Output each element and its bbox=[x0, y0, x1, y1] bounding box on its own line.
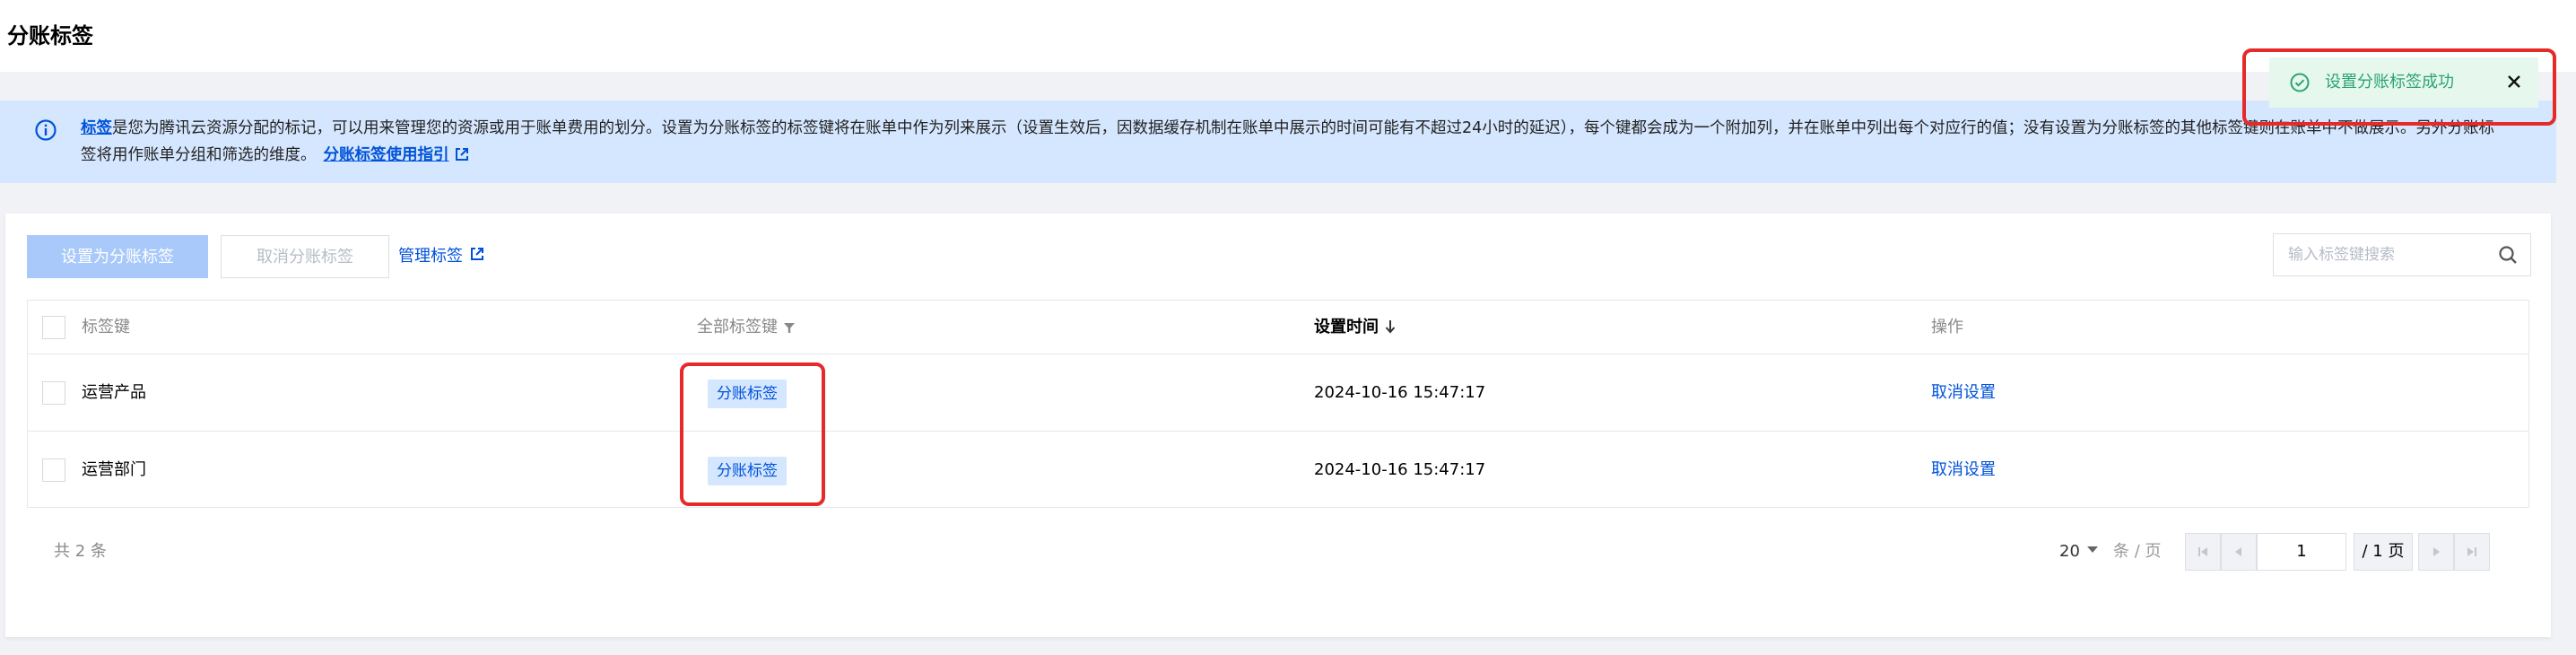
header-set-time[interactable]: 设置时间 bbox=[1314, 317, 1397, 338]
next-page-icon bbox=[2433, 547, 2440, 556]
total-pages: / 1 页 bbox=[2354, 533, 2413, 571]
set-split-tag-button[interactable]: 设置为分账标签 bbox=[27, 235, 208, 278]
first-page-button[interactable] bbox=[2185, 533, 2221, 571]
cancel-setting-link[interactable]: 取消设置 bbox=[1931, 382, 1996, 404]
next-page-button[interactable] bbox=[2418, 533, 2454, 571]
total-count: 共 2 条 bbox=[54, 542, 107, 561]
prev-page-button[interactable] bbox=[2221, 533, 2257, 571]
select-all-checkbox[interactable] bbox=[42, 316, 65, 339]
table-row: 运营部门 分账标签 2024-10-16 15:47:17 取消设置 bbox=[28, 432, 2528, 509]
tag-link[interactable]: 标签 bbox=[81, 119, 112, 137]
header-all-tags[interactable]: 全部标签键 bbox=[697, 317, 796, 338]
tag-column-highlight-box bbox=[680, 362, 825, 506]
guide-link[interactable]: 分账标签使用指引 bbox=[324, 146, 449, 164]
table-row: 运营产品 分账标签 2024-10-16 15:47:17 取消设置 bbox=[28, 354, 2528, 432]
manage-tags-link[interactable]: 管理标签 bbox=[398, 235, 484, 278]
header-tag-key: 标签键 bbox=[82, 318, 130, 336]
search-box bbox=[2273, 233, 2531, 276]
set-time-cell: 2024-10-16 15:47:17 bbox=[1314, 383, 1486, 402]
first-page-icon bbox=[2198, 547, 2207, 556]
prev-page-icon bbox=[2235, 547, 2241, 556]
info-text: 标签是您为腾讯云资源分配的标记，可以用来管理您的资源或用于账单费用的划分。设置为… bbox=[81, 115, 2502, 169]
header-operations: 操作 bbox=[1931, 318, 1963, 336]
info-notice: 标签是您为腾讯云资源分配的标记，可以用来管理您的资源或用于账单费用的划分。设置为… bbox=[0, 100, 2556, 183]
search-icon[interactable] bbox=[2498, 245, 2518, 265]
row-checkbox[interactable] bbox=[42, 458, 65, 482]
tag-table: 标签键 全部标签键 设置时间 操作 运营产品 分账标签 2024-10-16 1… bbox=[27, 300, 2529, 508]
last-page-button[interactable] bbox=[2454, 533, 2490, 571]
external-link-icon bbox=[471, 248, 483, 260]
top-bar: 分账标签 bbox=[0, 0, 2576, 72]
last-page-icon bbox=[2467, 547, 2476, 556]
tag-panel: 设置为分账标签 取消分账标签 管理标签 标签键 全部标签键 设置时间 操作 运营… bbox=[5, 214, 2551, 637]
toast-highlight-box bbox=[2242, 48, 2556, 126]
info-icon bbox=[35, 119, 57, 141]
set-time-cell: 2024-10-16 15:47:17 bbox=[1314, 460, 1486, 479]
page-title: 分账标签 bbox=[7, 23, 93, 48]
chevron-down-icon bbox=[2086, 546, 2098, 553]
external-link-icon bbox=[455, 148, 468, 161]
table-header: 标签键 全部标签键 设置时间 操作 bbox=[28, 301, 2528, 354]
tag-key-cell: 运营部门 bbox=[82, 460, 146, 479]
manage-tags-label: 管理标签 bbox=[398, 247, 463, 266]
row-checkbox[interactable] bbox=[42, 381, 65, 405]
sort-desc-icon[interactable] bbox=[1384, 319, 1397, 334]
filter-icon[interactable] bbox=[783, 321, 796, 334]
search-input[interactable] bbox=[2288, 234, 2485, 275]
tag-key-cell: 运营产品 bbox=[82, 383, 146, 402]
cancel-setting-link[interactable]: 取消设置 bbox=[1931, 459, 1996, 481]
page-number-input[interactable]: 1 bbox=[2257, 533, 2346, 571]
page-size-select[interactable]: 20 bbox=[2059, 540, 2098, 563]
page-size-unit: 条 / 页 bbox=[2113, 542, 2162, 561]
cancel-split-tag-button[interactable]: 取消分账标签 bbox=[221, 235, 389, 278]
